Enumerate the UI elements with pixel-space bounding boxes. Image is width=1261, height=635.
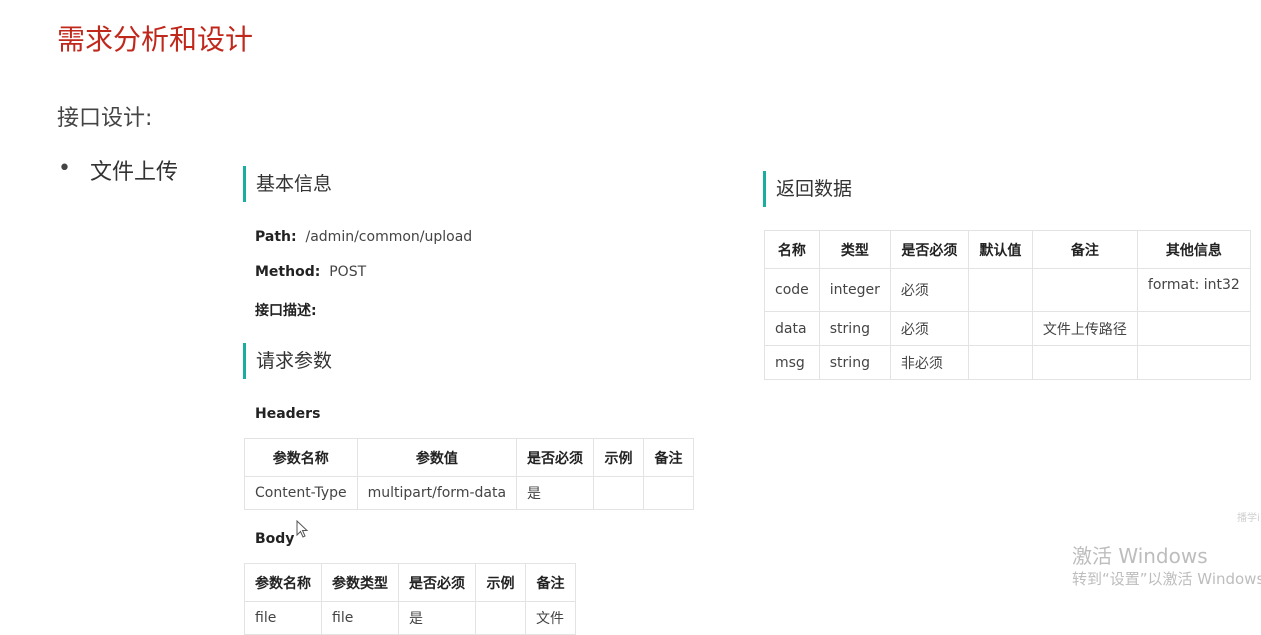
path-label: Path: xyxy=(255,229,297,245)
table-cell: 文件 xyxy=(525,601,576,635)
column-header: 名称 xyxy=(764,230,820,269)
response-heading: 返回数据 xyxy=(763,171,852,207)
table-row: data string 必须 文件上传路径 xyxy=(764,311,1251,346)
path-value: /admin/common/upload xyxy=(305,229,473,245)
description-label: 接口描述: xyxy=(255,303,317,319)
table-cell: 必须 xyxy=(889,311,969,346)
response-table: 名称 类型 是否必须 默认值 备注 其他信息 code integer 必须 f… xyxy=(764,230,1251,380)
request-params-heading: 请求参数 xyxy=(243,343,332,379)
table-row: file file 是 文件 xyxy=(244,601,576,635)
mouse-cursor-icon xyxy=(296,520,309,538)
column-header: 备注 xyxy=(643,438,695,477)
basic-info-heading: 基本信息 xyxy=(243,166,332,202)
table-cell: Content-Type xyxy=(244,476,358,510)
headers-table-header-row: 参数名称 参数值 是否必须 示例 备注 xyxy=(244,438,695,477)
activation-watermark-subtitle: 转到“设置”以激活 Windows xyxy=(1072,570,1261,588)
table-cell xyxy=(1031,345,1138,380)
table-cell: 是 xyxy=(516,476,595,510)
table-cell xyxy=(967,268,1033,312)
bullet-dot: • xyxy=(58,156,71,181)
headers-table: 参数名称 参数值 是否必须 示例 备注 Content-Type multipa… xyxy=(244,438,695,510)
column-header: 是否必须 xyxy=(516,438,595,477)
table-cell xyxy=(1136,345,1251,380)
column-header: 类型 xyxy=(818,230,891,269)
table-row: code integer 必须 format: int32 xyxy=(764,268,1251,312)
table-cell: 非必须 xyxy=(889,345,969,380)
method-label: Method: xyxy=(255,264,321,280)
column-header: 默认值 xyxy=(967,230,1033,269)
body-table-header-row: 参数名称 参数类型 是否必须 示例 备注 xyxy=(244,563,576,602)
table-cell: string xyxy=(818,311,891,346)
column-header: 参数名称 xyxy=(244,438,358,477)
column-header: 示例 xyxy=(593,438,645,477)
table-cell: integer xyxy=(818,268,891,312)
table-cell: string xyxy=(818,345,891,380)
activation-watermark-title: 激活 Windows xyxy=(1072,544,1208,568)
bullet-item-file-upload: 文件上传 xyxy=(90,160,179,185)
column-header: 其他信息 xyxy=(1136,230,1251,269)
table-cell xyxy=(1136,311,1251,346)
method-row: Method: POST xyxy=(255,264,366,280)
table-cell: 是 xyxy=(398,601,476,635)
table-cell xyxy=(643,476,695,510)
table-row: Content-Type multipart/form-data 是 xyxy=(244,476,695,510)
table-cell: msg xyxy=(764,345,820,380)
table-cell: 文件上传路径 xyxy=(1031,311,1138,346)
table-cell: 必须 xyxy=(889,268,969,312)
table-cell: data xyxy=(764,311,820,346)
column-header: 参数类型 xyxy=(321,563,399,602)
column-header: 是否必须 xyxy=(889,230,969,269)
column-header: 参数名称 xyxy=(244,563,322,602)
column-header: 备注 xyxy=(525,563,576,602)
table-cell xyxy=(593,476,645,510)
body-label: Body xyxy=(255,531,295,547)
column-header: 是否必须 xyxy=(398,563,476,602)
table-cell xyxy=(967,311,1033,346)
page-title: 需求分析和设计 xyxy=(57,23,254,56)
table-row: msg string 非必须 xyxy=(764,345,1251,380)
headers-label: Headers xyxy=(255,406,321,422)
table-cell: format: int32 xyxy=(1136,268,1251,312)
column-header: 示例 xyxy=(475,563,526,602)
corner-watermark: 播学i xyxy=(1237,513,1260,524)
table-cell: file xyxy=(244,601,322,635)
column-header: 参数值 xyxy=(356,438,518,477)
table-cell: multipart/form-data xyxy=(356,476,518,510)
section-subtitle: 接口设计: xyxy=(57,106,153,131)
table-cell: file xyxy=(321,601,399,635)
table-cell xyxy=(475,601,526,635)
path-row: Path: /admin/common/upload xyxy=(255,229,472,245)
body-table: 参数名称 参数类型 是否必须 示例 备注 file file 是 文件 xyxy=(244,563,576,635)
method-value: POST xyxy=(329,264,367,280)
column-header: 备注 xyxy=(1031,230,1138,269)
table-cell: code xyxy=(764,268,820,312)
response-table-header-row: 名称 类型 是否必须 默认值 备注 其他信息 xyxy=(764,230,1251,269)
table-cell xyxy=(967,345,1033,380)
table-cell xyxy=(1031,268,1138,312)
